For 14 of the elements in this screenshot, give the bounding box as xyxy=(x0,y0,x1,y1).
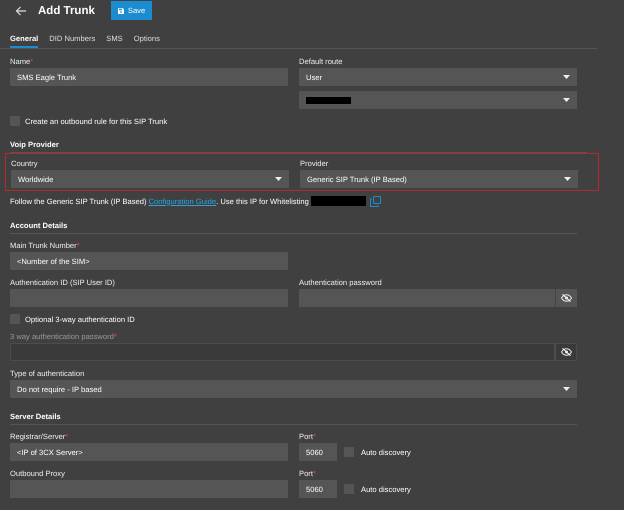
dropdown[interactable] xyxy=(299,91,577,109)
dropdown-caret-icon xyxy=(275,177,282,181)
copy-icon[interactable] xyxy=(370,196,381,206)
save-icon xyxy=(118,8,124,14)
crossed-eye-icon xyxy=(561,294,572,302)
dropdown-caret-icon xyxy=(563,75,570,79)
crossed-eye-icon xyxy=(560,348,572,356)
show-password-button[interactable] xyxy=(555,289,577,307)
back-arrow-icon[interactable] xyxy=(15,6,27,16)
dropdown-caret-icon xyxy=(563,387,570,391)
dropdown-caret-icon xyxy=(564,177,571,181)
show-password-button[interactable] xyxy=(555,343,577,361)
dropdown-caret-icon xyxy=(563,98,570,102)
page-title: Add Trunk xyxy=(38,4,95,16)
